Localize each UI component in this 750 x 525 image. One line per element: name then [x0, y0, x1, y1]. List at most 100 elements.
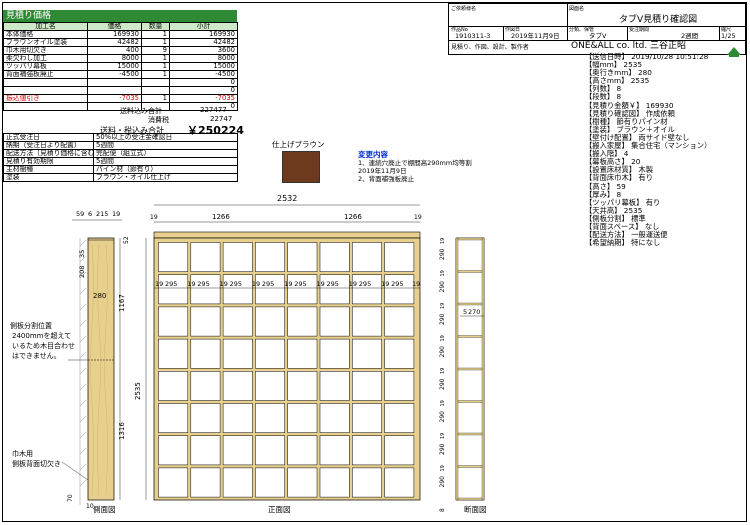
section-dim-shelf: 290: [439, 411, 446, 423]
shelf-cell: [319, 371, 350, 401]
section-shelf: [457, 270, 483, 273]
drawings: 59 6 215 19 280 35 208 1167 1316 70 10 側…: [10, 194, 487, 514]
front-dim-col: 295: [294, 280, 306, 288]
shelf-cell: [158, 435, 189, 466]
shelf-cell: [255, 338, 285, 369]
section-dim-board: 19: [440, 400, 446, 406]
shelf-cell: [255, 242, 285, 272]
section-shelf: [457, 400, 483, 403]
shelf-cell: [384, 338, 415, 369]
shelf-cell: [158, 338, 189, 369]
section-dim-board: 19: [440, 368, 446, 374]
shelf-cell: [287, 371, 318, 401]
side-dim-top-3: 19: [112, 210, 120, 218]
front-dim-board: 19: [284, 280, 292, 288]
shelf-cell: [352, 371, 382, 401]
side-note-base-1: 巾木用: [12, 449, 33, 458]
section-dim-board: 19: [440, 303, 446, 309]
front-dim-top: 52: [123, 236, 130, 244]
side-view: 59 6 215 19 280 35 208 1167 1316 70 10 側…: [10, 210, 126, 514]
front-dim-board: 19: [220, 280, 228, 288]
section-view: 290 19 290 19 290 19 290 19 290 19 290 19 290 19 290 19…: [439, 238, 487, 514]
side-note-split-2: 2400mmを超えて: [12, 331, 71, 340]
section-dim-inner: 270: [468, 308, 480, 316]
shelf-cell: [319, 435, 350, 466]
shelf-cell: [287, 338, 318, 369]
front-dim-col: 295: [230, 280, 242, 288]
shelf-cell: [158, 306, 189, 337]
section-shelf: [457, 237, 483, 241]
side-dim-lower: 1316: [118, 422, 126, 440]
front-dim-col: 295: [391, 280, 403, 288]
shelf-cell: [384, 371, 415, 401]
shelf-cell: [255, 403, 285, 433]
top-fascia: [153, 231, 421, 239]
shelf-cell: [384, 435, 415, 466]
side-dim-upper: 1167: [118, 294, 126, 312]
section-dim-base: 8: [439, 508, 446, 512]
section-dim-board: 19: [440, 270, 446, 276]
section-dim-board: 19: [440, 433, 446, 439]
front-dim-half2: 1266: [344, 213, 362, 221]
shelf-cell: [352, 306, 382, 337]
shelf-cell: [352, 403, 382, 433]
section-view-label: 断面図: [464, 504, 487, 514]
side-dim-bottom: 70: [67, 494, 74, 502]
shelf-cell: [190, 467, 221, 498]
section-dim-shelf: 290: [439, 248, 446, 260]
shelf-cell: [222, 371, 253, 401]
shelf-cell: [352, 467, 382, 498]
section-dim-shelf: 290: [439, 313, 446, 325]
section-dim-shelf: 290: [439, 443, 446, 455]
shelf-cell: [287, 403, 318, 433]
shelf-cell: [319, 306, 350, 337]
section-dim-shelf: 290: [439, 378, 446, 390]
shelf-cell: [319, 242, 350, 272]
shelf-cell: [384, 242, 415, 272]
side-note-base-2: 側板背面切欠き: [12, 459, 61, 468]
section-shelf: [457, 367, 483, 371]
section-shelf: [457, 302, 483, 306]
section-shelf: [457, 432, 483, 436]
shelf-cell: [352, 338, 382, 369]
front-dim-board: 19: [317, 280, 325, 288]
shelf-cell: [319, 338, 350, 369]
section-shelf: [457, 465, 483, 468]
side-dim-top-0: 59: [76, 210, 84, 218]
shelf-cell: [287, 467, 318, 498]
section-dim-shelf: 290: [439, 346, 446, 358]
shelf-cell: [255, 371, 285, 401]
shelf-cell: [352, 242, 382, 272]
shelf-cell: [158, 242, 189, 272]
shelf-cell: [190, 403, 221, 433]
shelf-cell: [190, 242, 221, 272]
shelf-cell: [255, 435, 285, 466]
shelf-cell: [190, 371, 221, 401]
front-dim-side-left: 19: [150, 214, 158, 221]
front-view-label: 正面図: [268, 505, 291, 514]
front-dim-col: 295: [262, 280, 274, 288]
shelf-cell: [158, 371, 189, 401]
shelf-cell: [384, 306, 415, 337]
shelf-cell: [222, 403, 253, 433]
section-dim-board: 19: [440, 465, 446, 471]
front-dim-board: 19: [349, 280, 357, 288]
side-note-split-4: はできません。: [12, 352, 61, 360]
front-dim-board: 19: [412, 280, 420, 288]
side-note-split-1: 側板分割位置: [10, 321, 52, 330]
shelf-cell: [222, 338, 253, 369]
side-view-label: 側面図: [93, 504, 116, 514]
front-dim-board: 19: [155, 280, 163, 288]
side-dim-top-height: 35: [78, 250, 86, 258]
shelf-cell: [158, 403, 189, 433]
shelf-cell: [255, 467, 285, 498]
side-dim-depth: 280: [93, 292, 106, 300]
section-dim-gap: 5: [463, 308, 467, 316]
front-dim-height: 2535: [134, 382, 142, 400]
shelf-cell: [352, 435, 382, 466]
shelf-cell: [190, 435, 221, 466]
shelf-cell: [287, 242, 318, 272]
section-shelf: [457, 497, 483, 501]
shelf-cell: [319, 467, 350, 498]
shelf-cell: [384, 467, 415, 498]
